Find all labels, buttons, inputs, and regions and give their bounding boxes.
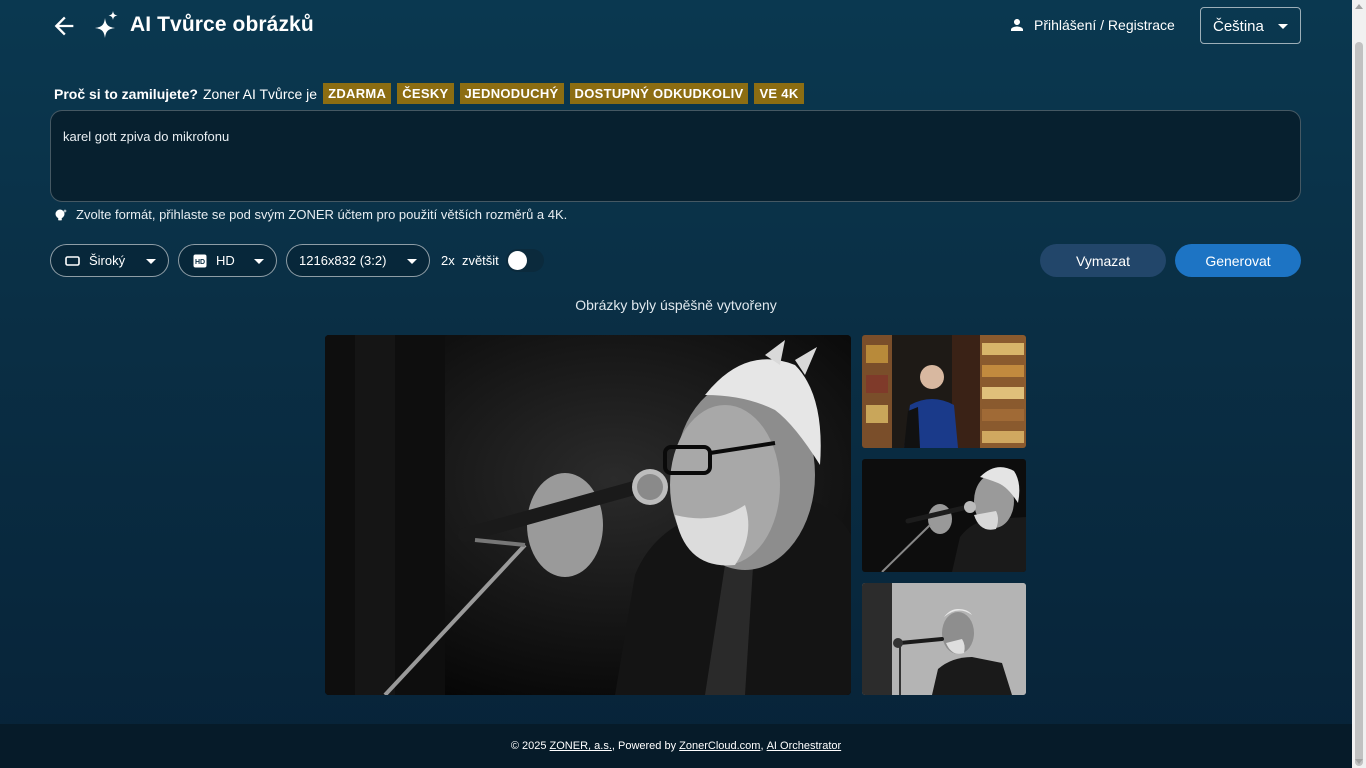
page-title: AI Tvůrce obrázků — [130, 13, 314, 36]
badge-4k: VE 4K — [754, 83, 804, 104]
badge-czech: ČESKY — [397, 83, 454, 104]
features-intro: Zoner AI Tvůrce je — [202, 85, 318, 102]
footer-powered: , Powered by — [611, 740, 680, 752]
format-select[interactable]: Široký — [50, 244, 169, 277]
user-icon — [1011, 19, 1023, 31]
hd-icon: HD — [193, 254, 207, 268]
scroll-down-icon[interactable] — [1355, 759, 1363, 764]
sparkle-icon — [92, 10, 120, 40]
generated-image-thumb-1[interactable] — [862, 335, 1026, 448]
language-value: Čeština — [1213, 18, 1264, 35]
page: AI Tvůrce obrázků Přihlášení / Registrac… — [0, 0, 1352, 768]
quality-select[interactable]: HD HD — [178, 244, 277, 277]
badge-simple: JEDNODUCHÝ — [459, 83, 564, 104]
arrow-left-icon — [54, 16, 74, 36]
footer-link-zonercloud[interactable]: ZonerCloud.com — [679, 740, 760, 752]
back-button[interactable] — [50, 12, 78, 40]
toggle-knob — [508, 251, 527, 270]
quality-value: HD — [216, 253, 235, 268]
login-button[interactable]: Přihlášení / Registrace — [1008, 16, 1175, 34]
hint: Zvolte formát, přihlaste se pod svým ZON… — [54, 207, 567, 222]
scroll-up-icon[interactable] — [1355, 4, 1363, 9]
chevron-down-icon — [146, 259, 156, 264]
generated-image-main[interactable] — [325, 335, 851, 695]
size-value: 1216x832 (3:2) — [299, 253, 387, 268]
features-question: Proč si to zamilujete? — [54, 85, 198, 102]
generate-button[interactable]: Generovat — [1175, 244, 1301, 277]
language-select[interactable]: Čeština — [1200, 7, 1301, 44]
badge-anywhere: DOSTUPNÝ ODKUDKOLIV — [569, 83, 749, 104]
prompt-input[interactable]: karel gott zpiva do mikrofonu — [50, 110, 1301, 202]
format-value: Široký — [89, 253, 126, 268]
badge-free: ZDARMA — [323, 83, 392, 104]
svg-text:HD: HD — [195, 259, 205, 266]
generated-image-thumb-3[interactable] — [862, 583, 1026, 695]
footer: © 2025 ZONER, a.s. , Powered by ZonerClo… — [0, 724, 1352, 768]
upscale-toggle[interactable] — [506, 249, 544, 272]
chevron-down-icon — [1278, 24, 1288, 29]
upscale-label: 2x zvětšit — [441, 253, 499, 268]
footer-link-orchestrator[interactable]: AI Orchestrator — [767, 740, 842, 752]
features-line: Proč si to zamilujete? Zoner AI Tvůrce j… — [54, 83, 810, 104]
scrollbar-thumb[interactable] — [1355, 42, 1363, 766]
hint-text: Zvolte formát, přihlaste se pod svým ZON… — [76, 207, 568, 222]
status-message: Obrázky byly úspěšně vytvořeny — [575, 297, 777, 313]
lightbulb-icon — [55, 208, 67, 220]
footer-copyright: © 2025 — [510, 740, 550, 752]
generated-image-thumb-2[interactable] — [862, 459, 1026, 572]
size-select[interactable]: 1216x832 (3:2) — [286, 244, 430, 277]
chevron-down-icon — [254, 259, 264, 264]
chevron-down-icon — [407, 259, 417, 264]
footer-link-zoner[interactable]: ZONER, a.s. — [550, 740, 612, 752]
clear-button[interactable]: Vymazat — [1040, 244, 1166, 277]
login-label: Přihlášení / Registrace — [1034, 17, 1175, 33]
page-scrollbar[interactable] — [1352, 0, 1366, 768]
aspect-ratio-icon — [65, 255, 80, 267]
